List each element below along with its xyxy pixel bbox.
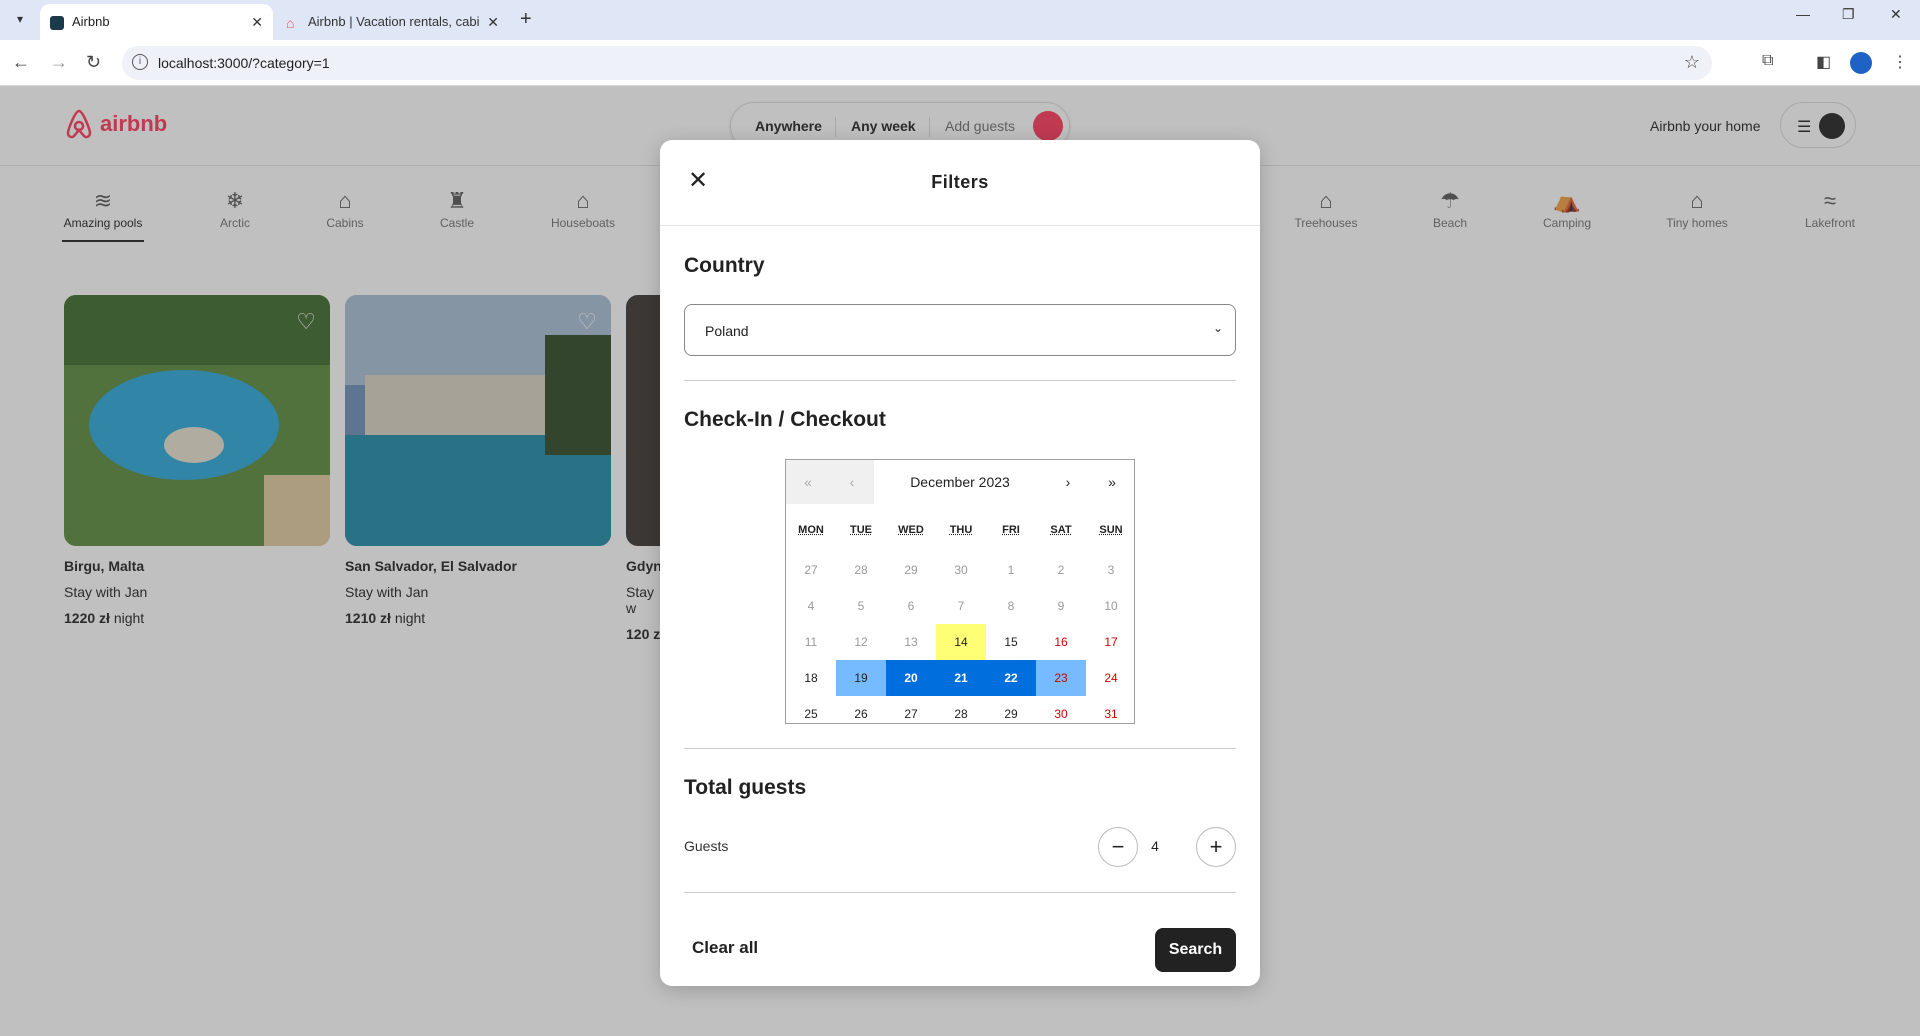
browser-tab-bar: ▾ Airbnb ✕ ⌂ Airbnb | Vacation rentals, …	[0, 0, 1920, 40]
tab-title: Airbnb	[72, 14, 110, 29]
calendar-navigation: « ‹ December 2023 › »	[786, 460, 1134, 504]
calendar-day[interactable]: 22	[986, 660, 1036, 696]
guests-heading: Total guests	[684, 776, 807, 799]
calendar-day[interactable]: 24	[1086, 660, 1136, 696]
calendar-month-label[interactable]: December 2023	[874, 460, 1046, 504]
weekday-header: THU	[949, 524, 973, 536]
address-bar: ← → ↻ i localhost:3000/?category=1 ☆ ⧉ ◧…	[0, 40, 1920, 86]
calendar-day: 8	[1007, 599, 1015, 613]
divider	[684, 380, 1236, 381]
tab-search-icon[interactable]: ▾	[9, 8, 31, 30]
country-select[interactable]: Poland ⌄	[684, 304, 1236, 356]
bookmark-star-icon[interactable]: ☆	[1684, 52, 1700, 73]
divider	[684, 748, 1236, 749]
weekday-header: WED	[898, 524, 924, 536]
dates-heading: Check-In / Checkout	[684, 408, 886, 431]
browser-tab-active[interactable]: Airbnb ✕	[40, 4, 273, 40]
calendar-day[interactable]: 30	[1036, 696, 1086, 732]
calendar-day: 7	[957, 599, 965, 613]
filters-modal: ✕ Filters Country Poland ⌄ Check-In / Ch…	[660, 140, 1260, 986]
calendar-day[interactable]: 31	[1086, 696, 1136, 732]
calendar-day[interactable]: 26	[836, 696, 886, 732]
next-year-button[interactable]: »	[1090, 460, 1134, 504]
browser-tab-inactive[interactable]: ⌂ Airbnb | Vacation rentals, cabins ✕	[276, 4, 509, 40]
weekday-header: SAT	[1050, 524, 1072, 536]
new-tab-icon[interactable]: +	[520, 8, 532, 30]
forward-icon[interactable]: →	[50, 52, 68, 72]
calendar-day: 13	[904, 635, 918, 649]
back-icon[interactable]: ←	[12, 52, 30, 72]
calendar-day: 30	[954, 563, 968, 577]
weekday-header: FRI	[1002, 524, 1020, 536]
guests-count: 4	[1151, 838, 1159, 854]
calendar-day: 1	[1007, 563, 1015, 577]
calendar-day: 29	[904, 563, 918, 577]
site-info-icon[interactable]: i	[132, 54, 148, 70]
clear-all-button[interactable]: Clear all	[692, 938, 758, 958]
react-favicon-icon	[50, 16, 64, 30]
calendar-day[interactable]: 28	[936, 696, 986, 732]
calendar-day[interactable]: 27	[886, 696, 936, 732]
calendar-day: 5	[857, 599, 865, 613]
calendar-day[interactable]: 16	[1036, 624, 1086, 660]
weekday-header: TUE	[850, 524, 872, 536]
tab-title: Airbnb | Vacation rentals, cabins	[308, 14, 479, 29]
calendar-day[interactable]: 20	[886, 660, 936, 696]
calendar-day: 11	[804, 635, 818, 649]
calendar-day: 28	[854, 563, 868, 577]
calendar-day: 2	[1057, 563, 1065, 577]
calendar-day[interactable]: 17	[1086, 624, 1136, 660]
country-heading: Country	[684, 254, 765, 277]
calendar-day: 3	[1107, 563, 1115, 577]
chevron-down-icon: ⌄	[1212, 321, 1223, 335]
close-tab-icon[interactable]: ✕	[251, 4, 263, 40]
calendar-day: 9	[1057, 599, 1065, 613]
prev-year-button[interactable]: «	[786, 460, 830, 504]
guests-label: Guests	[684, 838, 729, 854]
calendar-day: 12	[854, 635, 868, 649]
profile-avatar-icon[interactable]	[1850, 52, 1872, 74]
calendar-day: 27	[804, 563, 818, 577]
airbnb-favicon-icon: ⌂	[286, 15, 295, 31]
increment-guests-button[interactable]: +	[1196, 827, 1236, 867]
weekday-header: SUN	[1099, 524, 1123, 536]
divider	[684, 892, 1236, 893]
calendar-day[interactable]: 25	[786, 696, 836, 732]
reload-icon[interactable]: ↻	[86, 52, 101, 72]
calendar-day: 4	[807, 599, 815, 613]
restore-icon[interactable]: ❐	[1842, 6, 1855, 23]
calendar-day[interactable]: 23	[1036, 660, 1086, 696]
calendar-day[interactable]: 14	[936, 624, 986, 660]
side-panel-icon[interactable]: ◧	[1816, 52, 1831, 72]
calendar-day[interactable]: 19	[836, 660, 886, 696]
modal-title: Filters	[931, 172, 989, 192]
modal-header: ✕ Filters	[660, 140, 1260, 226]
url-text: localhost:3000/?category=1	[158, 55, 330, 71]
calendar-day[interactable]: 29	[986, 696, 1036, 732]
decrement-guests-button[interactable]: −	[1098, 827, 1138, 867]
browser-menu-icon[interactable]: ⋮	[1892, 52, 1908, 72]
next-month-button[interactable]: ›	[1046, 460, 1090, 504]
prev-month-button[interactable]: ‹	[830, 460, 874, 504]
calendar-day: 6	[907, 599, 915, 613]
country-value: Poland	[705, 323, 749, 339]
calendar-day[interactable]: 18	[786, 660, 836, 696]
url-field[interactable]: i localhost:3000/?category=1 ☆	[122, 46, 1712, 80]
extensions-icon[interactable]: ⧉	[1762, 52, 1773, 70]
calendar-day[interactable]: 21	[936, 660, 986, 696]
calendar: « ‹ December 2023 › » MON TUE WED THU FRI SAT…	[785, 459, 1135, 724]
calendar-day: 10	[1104, 599, 1118, 613]
search-button[interactable]: Search	[1155, 928, 1236, 972]
close-tab-icon[interactable]: ✕	[487, 4, 499, 40]
minimize-icon[interactable]: —	[1796, 6, 1810, 22]
close-window-icon[interactable]: ✕	[1890, 6, 1902, 23]
calendar-day[interactable]: 15	[986, 624, 1036, 660]
weekday-header: MON	[798, 524, 824, 536]
